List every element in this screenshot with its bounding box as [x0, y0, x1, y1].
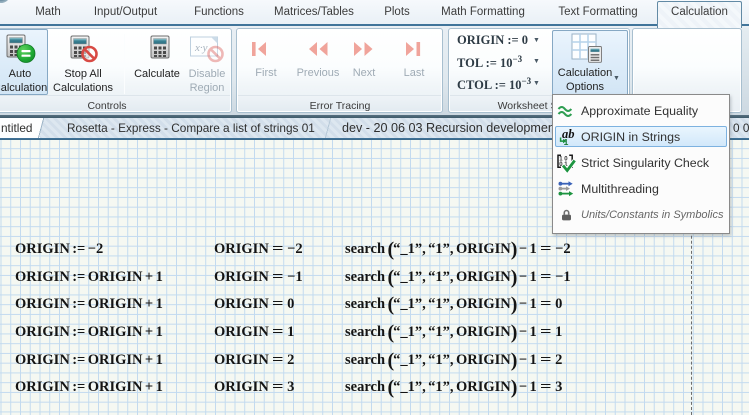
svg-text:1: 1 — [564, 137, 569, 147]
svg-text:x·y: x·y — [194, 42, 208, 54]
